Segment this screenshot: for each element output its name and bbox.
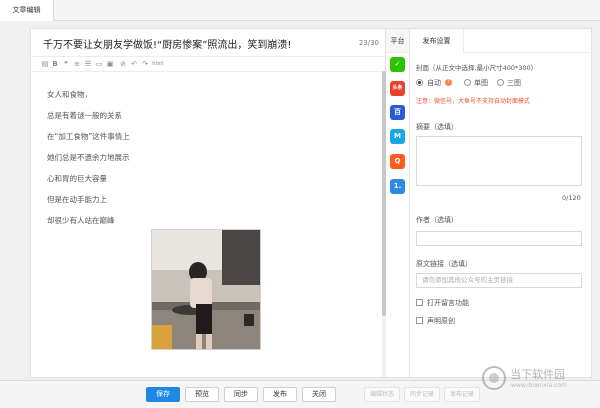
- summary-label: 摘要（选填）: [416, 123, 458, 131]
- undo-icon[interactable]: ↶: [130, 60, 138, 69]
- edit-status-button[interactable]: 编辑状态: [364, 387, 400, 402]
- radio-single[interactable]: [464, 79, 471, 86]
- publish-record-button[interactable]: 发布记录: [444, 387, 480, 402]
- preview-button[interactable]: 预览: [185, 387, 219, 402]
- close-button[interactable]: 关闭: [302, 387, 336, 402]
- original-checkbox-label: 声明原创: [427, 317, 455, 325]
- author-label: 作者（选填）: [416, 216, 458, 224]
- quote-icon[interactable]: ❝: [62, 60, 70, 69]
- radio-auto-label: 自动: [427, 79, 441, 87]
- qq-icon[interactable]: Q: [390, 154, 405, 169]
- watermark-text: 当下软件园: [510, 368, 565, 381]
- paragraph: 她们总是不遗余力地展示: [47, 153, 130, 162]
- cover-warning: 注意：微信号，大鱼号不支持自动封面模式: [416, 98, 531, 105]
- summary-char-count: 0/120: [562, 194, 581, 202]
- radio-three-label: 三图: [507, 79, 521, 87]
- article-editor: 千万不要让女朋友学做饭!“厨房惨案”照流出，笑到崩溃! 23/30 ▤ B ❝ …: [30, 28, 386, 378]
- editor-toolbar: ▤ B ❝ ≡ ☰ ▭ ▣ ⊘ ↶ ↷ html: [31, 58, 385, 72]
- list-icon[interactable]: ≡: [73, 60, 81, 69]
- help-icon[interactable]: ?: [445, 79, 452, 86]
- align-icon[interactable]: ☰: [84, 60, 92, 69]
- paragraph: 总是有着谜一般的关系: [47, 111, 122, 120]
- sync-button[interactable]: 同步: [224, 387, 258, 402]
- paragraph: 心和胃的巨大容量: [47, 174, 107, 183]
- author-input[interactable]: [416, 231, 582, 246]
- publish-settings-panel: 发布设置 封面（从正文中选择,最小尺寸400*300） 自动 ? 单图 三图 注…: [410, 28, 592, 378]
- format-icon[interactable]: ▤: [41, 60, 49, 69]
- platform-column: 平台 ✓ 头条 百 M Q 1.: [386, 28, 410, 378]
- sync-record-button[interactable]: 同步记录: [404, 387, 440, 402]
- dayu-icon[interactable]: 1.: [390, 179, 405, 194]
- tab-divider: [464, 52, 592, 53]
- redo-icon[interactable]: ↷: [141, 60, 149, 69]
- toutiao-icon[interactable]: 头条: [390, 81, 405, 96]
- radio-three[interactable]: [497, 79, 504, 86]
- article-photo[interactable]: [151, 229, 261, 350]
- wechat-icon[interactable]: ✓: [390, 57, 405, 72]
- source-link-label: 原文链接（选填）: [416, 260, 472, 268]
- tab-article-edit[interactable]: 文章编辑: [0, 0, 54, 21]
- watermark-logo-icon: [482, 366, 506, 390]
- platform-header: 平台: [386, 29, 409, 53]
- divider-icon[interactable]: ▭: [95, 60, 103, 69]
- baijia-icon[interactable]: 百: [390, 105, 405, 120]
- paragraph: 却很少有人站在巅峰: [47, 216, 115, 225]
- top-tab-bar: 文章编辑: [0, 0, 600, 21]
- paragraph: 在“加工食物”这件事情上: [47, 132, 130, 141]
- link-icon[interactable]: ⊘: [119, 60, 127, 69]
- summary-textarea[interactable]: [416, 136, 582, 186]
- tab-publish-settings[interactable]: 发布设置: [410, 29, 464, 53]
- comment-checkbox-label: 打开留言功能: [427, 299, 469, 307]
- publish-button[interactable]: 发布: [263, 387, 297, 402]
- original-checkbox[interactable]: [416, 317, 423, 324]
- article-title-input[interactable]: 千万不要让女朋友学做饭!“厨房惨案”照流出，笑到崩溃!: [43, 36, 291, 51]
- watermark-url: www.downxia.com: [511, 382, 567, 389]
- yidian-icon[interactable]: M: [390, 129, 405, 144]
- site-watermark: 当下软件园 www.downxia.com: [478, 360, 598, 400]
- radio-auto[interactable]: [416, 79, 423, 86]
- source-link-input[interactable]: 请勿添加其他公众号的主页链接: [416, 273, 582, 288]
- html-button[interactable]: html: [151, 60, 165, 69]
- comment-checkbox[interactable]: [416, 299, 423, 306]
- paragraph: 女人和食物，: [47, 90, 92, 99]
- bold-icon[interactable]: B: [51, 60, 59, 69]
- radio-single-label: 单图: [474, 79, 488, 87]
- title-char-count: 23/30: [358, 39, 379, 47]
- save-button[interactable]: 保存: [146, 387, 180, 402]
- kitchen-photo-image: [152, 230, 260, 349]
- title-row: 千万不要让女朋友学做饭!“厨房惨案”照流出，笑到崩溃! 23/30: [31, 29, 385, 57]
- image-icon[interactable]: ▣: [106, 60, 114, 69]
- cover-label: 封面（从正文中选择,最小尺寸400*300）: [416, 64, 538, 72]
- paragraph: 但是在动手能力上: [47, 195, 107, 204]
